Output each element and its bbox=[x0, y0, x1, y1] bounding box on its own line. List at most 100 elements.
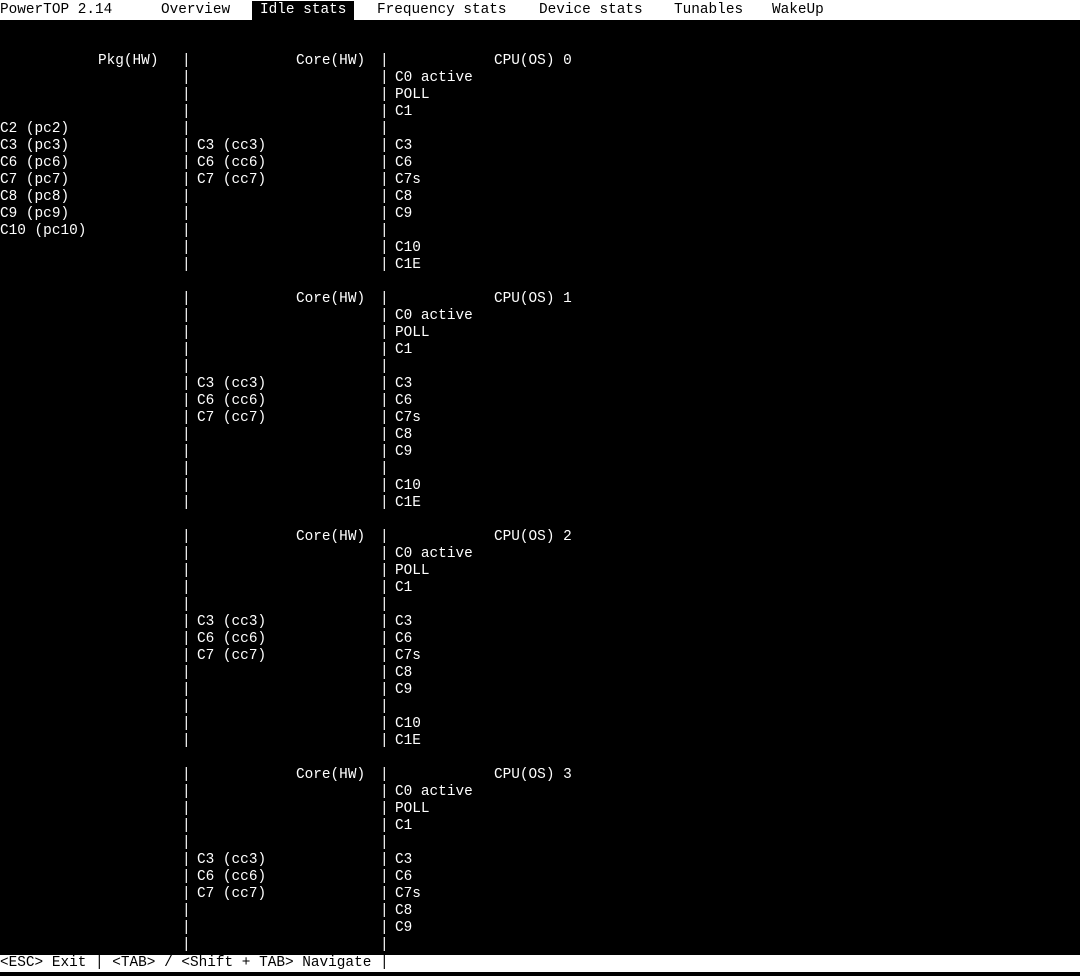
os-state-name: C9 bbox=[395, 206, 413, 222]
column-separator: | bbox=[182, 104, 191, 120]
column-separator: | bbox=[182, 784, 191, 800]
column-separator: | bbox=[380, 189, 389, 205]
core-state-name: C6 (cc6) bbox=[197, 869, 267, 885]
column-separator: | bbox=[380, 87, 389, 103]
core-state-name: C7 (cc7) bbox=[197, 886, 267, 902]
core-hw-header: Core(HW) bbox=[296, 53, 366, 69]
os-state-name: C0 active bbox=[395, 70, 473, 86]
column-separator: | bbox=[380, 937, 389, 953]
os-state-name: C7s bbox=[395, 410, 421, 426]
column-separator: | bbox=[182, 631, 191, 647]
os-state-name: C6 bbox=[395, 393, 413, 409]
os-state-name: C9 bbox=[395, 444, 413, 460]
column-separator: | bbox=[182, 920, 191, 936]
column-separator: | bbox=[380, 172, 389, 188]
os-state-name: C7s bbox=[395, 648, 421, 664]
core-hw-header: Core(HW) bbox=[296, 529, 366, 545]
column-separator: | bbox=[380, 53, 389, 69]
pkg-state-name: C9 (pc9) bbox=[0, 206, 70, 222]
app-title: PowerTOP 2.14 bbox=[0, 2, 113, 18]
column-separator: | bbox=[182, 682, 191, 698]
column-separator: | bbox=[380, 70, 389, 86]
column-separator: | bbox=[182, 206, 191, 222]
os-state-name: C3 bbox=[395, 138, 413, 154]
column-separator: | bbox=[182, 155, 191, 171]
column-separator: | bbox=[380, 869, 389, 885]
column-separator: | bbox=[380, 852, 389, 868]
column-separator: | bbox=[380, 121, 389, 137]
tab-overview[interactable]: Overview bbox=[161, 2, 230, 19]
os-state-name: C7s bbox=[395, 172, 421, 188]
column-separator: | bbox=[182, 257, 191, 273]
pkg-state-name: C10 (pc10) bbox=[0, 223, 87, 239]
column-separator: | bbox=[182, 223, 191, 239]
column-separator: | bbox=[182, 665, 191, 681]
tab-frequency-stats[interactable]: Frequency stats bbox=[377, 2, 507, 19]
tab-wakeup[interactable]: WakeUp bbox=[772, 2, 824, 19]
column-separator: | bbox=[182, 597, 191, 613]
idle-stats-panel: ||Pkg(HW)Core(HW)CPU(OS) 0||C0 active0.1… bbox=[0, 53, 1080, 954]
os-state-name: POLL bbox=[395, 87, 430, 103]
core-state-name: C7 (cc7) bbox=[197, 410, 267, 426]
pkg-hw-header: Pkg(HW) bbox=[98, 53, 159, 69]
column-separator: | bbox=[380, 342, 389, 358]
os-state-name: POLL bbox=[395, 801, 430, 817]
column-separator: | bbox=[380, 138, 389, 154]
column-separator: | bbox=[380, 478, 389, 494]
column-separator: | bbox=[182, 869, 191, 885]
column-separator: | bbox=[380, 665, 389, 681]
column-separator: | bbox=[380, 818, 389, 834]
core-hw-header: Core(HW) bbox=[296, 291, 366, 307]
os-state-name: C6 bbox=[395, 155, 413, 171]
column-separator: | bbox=[182, 563, 191, 579]
os-state-name: C6 bbox=[395, 869, 413, 885]
column-separator: | bbox=[380, 529, 389, 545]
core-state-name: C3 (cc3) bbox=[197, 852, 267, 868]
os-state-name: C8 bbox=[395, 189, 413, 205]
os-state-name: C1 bbox=[395, 342, 413, 358]
os-state-name: C0 active bbox=[395, 308, 473, 324]
os-state-name: C7s bbox=[395, 886, 421, 902]
column-separator: | bbox=[182, 189, 191, 205]
column-separator: | bbox=[380, 376, 389, 392]
tab-tunables[interactable]: Tunables bbox=[674, 2, 743, 19]
os-state-name: C1 bbox=[395, 580, 413, 596]
status-bar: <ESC> Exit | <TAB> / <Shift + TAB> Navig… bbox=[0, 955, 1080, 972]
os-state-name: C9 bbox=[395, 682, 413, 698]
column-separator: | bbox=[182, 172, 191, 188]
os-state-name: C3 bbox=[395, 852, 413, 868]
column-separator: | bbox=[380, 427, 389, 443]
os-state-name: C8 bbox=[395, 665, 413, 681]
column-separator: | bbox=[380, 682, 389, 698]
column-separator: | bbox=[380, 835, 389, 851]
column-separator: | bbox=[380, 716, 389, 732]
tab-device-stats[interactable]: Device stats bbox=[539, 2, 643, 19]
column-separator: | bbox=[380, 325, 389, 341]
column-separator: | bbox=[380, 580, 389, 596]
tab-idle-stats[interactable]: Idle stats bbox=[252, 1, 355, 20]
column-separator: | bbox=[182, 240, 191, 256]
column-separator: | bbox=[182, 767, 191, 783]
column-separator: | bbox=[182, 53, 191, 69]
column-separator: | bbox=[182, 70, 191, 86]
column-separator: | bbox=[182, 546, 191, 562]
pkg-state-name: C8 (pc8) bbox=[0, 189, 70, 205]
cpu-os-header: CPU(OS) 0 bbox=[494, 53, 572, 69]
os-state-name: POLL bbox=[395, 563, 430, 579]
core-state-name: C3 (cc3) bbox=[197, 614, 267, 630]
os-state-name: C8 bbox=[395, 903, 413, 919]
column-separator: | bbox=[182, 121, 191, 137]
os-state-name: C1E bbox=[395, 257, 421, 273]
column-separator: | bbox=[182, 801, 191, 817]
column-separator: | bbox=[182, 529, 191, 545]
column-separator: | bbox=[182, 461, 191, 477]
column-separator: | bbox=[182, 614, 191, 630]
core-state-name: C6 (cc6) bbox=[197, 631, 267, 647]
cpu-os-header: CPU(OS) 1 bbox=[494, 291, 572, 307]
core-hw-header: Core(HW) bbox=[296, 767, 366, 783]
column-separator: | bbox=[380, 240, 389, 256]
column-separator: | bbox=[182, 818, 191, 834]
cpu-os-header: CPU(OS) 2 bbox=[494, 529, 572, 545]
column-separator: | bbox=[380, 495, 389, 511]
core-state-name: C7 (cc7) bbox=[197, 172, 267, 188]
